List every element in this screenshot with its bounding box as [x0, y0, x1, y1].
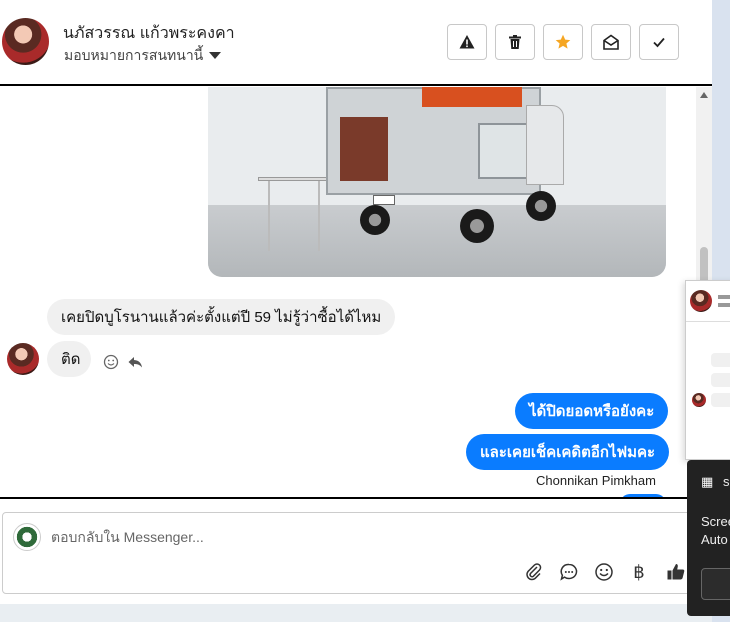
- outgoing-message[interactable]: ได้ปิดยอดหรือยังคะ: [515, 393, 669, 429]
- photo-wheel: [360, 205, 390, 235]
- contact-avatar[interactable]: [2, 18, 49, 65]
- chat-bubble-icon: [560, 563, 578, 581]
- mini-chat-divider: [686, 321, 730, 322]
- recorder-icon: ▦: [701, 474, 714, 489]
- reply-arrow-icon[interactable]: [127, 354, 143, 370]
- done-button[interactable]: [639, 24, 679, 60]
- mark-unread-button[interactable]: [591, 24, 631, 60]
- thumbs-up-icon: [667, 564, 685, 580]
- like-button[interactable]: [665, 561, 687, 583]
- messenger-page: นภัสวรรณ แก้วพระคงคา มอบหมายการสนทนานี้: [0, 0, 730, 622]
- photo-truck-shelf: [340, 117, 388, 181]
- emoji-button[interactable]: [593, 561, 615, 583]
- photo-wheel: [460, 209, 494, 243]
- photo-truck-cab: [526, 105, 564, 185]
- mini-chat-message: [711, 373, 730, 387]
- checkmark-icon: [653, 37, 665, 48]
- page-logo-avatar: [13, 523, 41, 551]
- scroll-up-icon[interactable]: [700, 92, 708, 98]
- mini-chat-window[interactable]: [685, 280, 730, 460]
- photo-table-leg: [268, 181, 270, 251]
- star-icon: [555, 34, 571, 49]
- assign-label: มอบหมายการสนทนานี้: [64, 47, 204, 63]
- attach-file-button[interactable]: [523, 561, 545, 583]
- photo-floor: [208, 205, 666, 277]
- photo-license-plate: [373, 195, 395, 205]
- trash-icon: [509, 35, 521, 49]
- toast-title: s: [723, 474, 730, 489]
- warning-icon: [459, 35, 475, 49]
- message-thread[interactable]: เคยปิดบูโรนานแล้วค่ะตั้งแต่ปี 59 ไม่รู้ว…: [0, 87, 712, 499]
- assign-conversation-dropdown[interactable]: มอบหมายการสนทนานี้: [64, 45, 222, 67]
- photo-table-leg: [318, 181, 320, 251]
- payment-request-button[interactable]: ฿: [628, 561, 650, 583]
- report-button[interactable]: [447, 24, 487, 60]
- toast-text-line: Auto: [701, 532, 728, 547]
- screen-recorder-toast[interactable]: ▦ s Scree Auto: [687, 460, 730, 616]
- react-smiley-icon[interactable]: [103, 354, 119, 370]
- photo-wheel: [526, 191, 556, 221]
- incoming-message[interactable]: ติด: [47, 341, 91, 377]
- sender-name: Chonnikan Pimkham: [536, 473, 656, 488]
- reply-composer: ฿: [2, 512, 694, 594]
- mini-chat-message: [711, 393, 730, 407]
- caret-down-icon: [209, 51, 222, 59]
- mini-chat-subtitle-line: [718, 303, 730, 307]
- mini-chat-title-line: [718, 295, 730, 299]
- toast-text-line: Scree: [701, 514, 730, 529]
- conversation-header: นภัสวรรณ แก้วพระคงคา มอบหมายการสนทนานี้: [0, 0, 712, 86]
- outgoing-message-partial: [620, 494, 666, 497]
- reply-input[interactable]: [51, 525, 511, 549]
- toast-action-button[interactable]: [701, 568, 730, 600]
- star-button[interactable]: [543, 24, 583, 60]
- photo-truck-canopy: [422, 87, 522, 107]
- paperclip-icon: [526, 563, 542, 581]
- mini-chat-message: [711, 353, 730, 367]
- envelope-open-icon: [603, 34, 619, 50]
- contact-name[interactable]: นภัสวรรณ แก้วพระคงคา: [63, 21, 235, 46]
- saved-replies-button[interactable]: [558, 561, 580, 583]
- baht-icon: ฿: [633, 561, 645, 582]
- contact-avatar-small[interactable]: [7, 343, 39, 375]
- incoming-message[interactable]: เคยปิดบูโรนานแล้วค่ะตั้งแต่ปี 59 ไม่รู้ว…: [47, 299, 396, 335]
- smiley-icon: [595, 563, 613, 581]
- page-bottom-strip: [0, 604, 712, 622]
- mini-chat-avatar: [690, 290, 712, 312]
- outgoing-message[interactable]: และเคยเช็คเคดิตอีกไฟมคะ: [466, 434, 670, 470]
- shared-photo[interactable]: [208, 87, 666, 277]
- delete-button[interactable]: [495, 24, 535, 60]
- mini-chat-avatar-small: [692, 393, 706, 407]
